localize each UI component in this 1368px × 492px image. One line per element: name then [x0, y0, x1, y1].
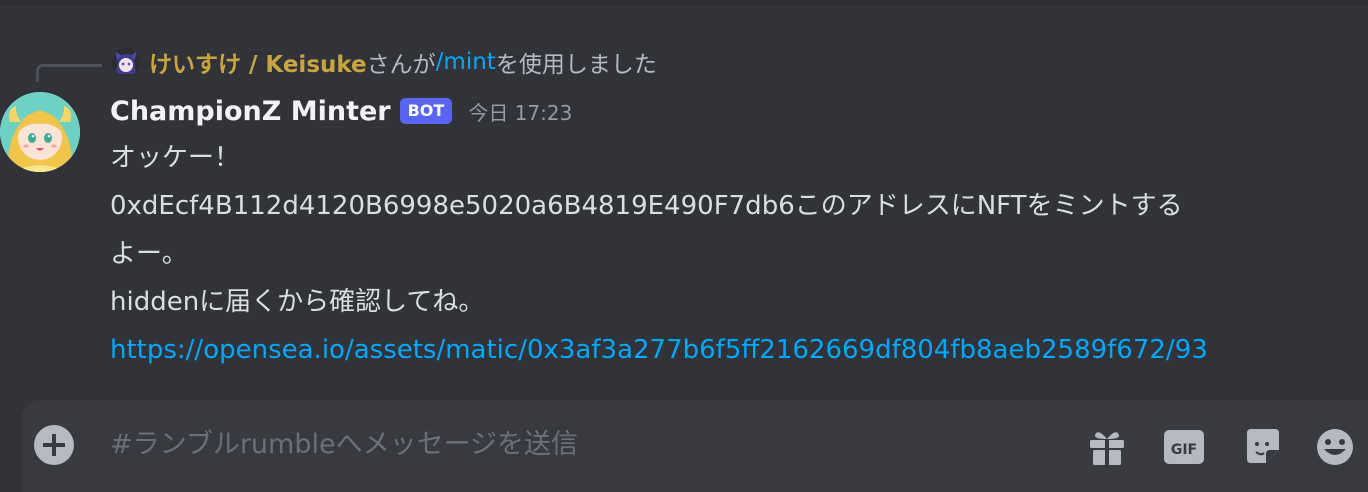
message-line: よー。	[110, 239, 188, 269]
reply-text-after: を使用しました	[495, 52, 657, 78]
bot-badge: BOT	[399, 98, 453, 124]
gift-icon[interactable]	[1086, 426, 1128, 468]
emoji-icon[interactable]	[1314, 426, 1356, 468]
message-content: オッケー！ 0xdEcf4B112d4120B6998e5020a6B4819E…	[110, 134, 1310, 374]
author-avatar[interactable]	[0, 92, 80, 172]
message-header: ChampionZ Minter BOT 今日 17:23	[110, 90, 572, 132]
message-composer: #ランブルrumbleへメッセージを送信 GIF	[22, 400, 1368, 492]
gif-icon[interactable]: GIF	[1163, 426, 1205, 468]
message-line: hiddenに届くから確認してね。	[110, 287, 485, 317]
sticker-icon[interactable]	[1242, 426, 1284, 468]
chat-message: けいすけ / Keisuke さんが /mint を使用しました Champio…	[0, 0, 1368, 400]
opensea-link[interactable]: https://opensea.io/assets/matic/0x3af3a2…	[110, 335, 1208, 365]
slash-command[interactable]: /mint	[436, 49, 496, 75]
reply-user-avatar[interactable]	[112, 48, 140, 76]
reply-connector	[36, 64, 102, 82]
message-timestamp[interactable]: 今日 17:23	[468, 97, 572, 126]
svg-text:GIF: GIF	[1171, 442, 1197, 458]
reply-text-before: さんが	[366, 52, 436, 78]
message-line: 0xdEcf4B112d4120B6998e5020a6B4819E490F7d…	[110, 191, 1183, 221]
reply-reference[interactable]: けいすけ / Keisuke さんが /mint を使用しました	[112, 42, 657, 82]
message-line: オッケー！	[110, 143, 241, 173]
plus-circle-icon[interactable]	[34, 425, 74, 465]
message-input[interactable]: #ランブルrumbleへメッセージを送信	[110, 422, 578, 468]
author-name[interactable]: ChampionZ Minter	[110, 96, 391, 127]
reply-username[interactable]: けいすけ / Keisuke	[149, 45, 367, 79]
